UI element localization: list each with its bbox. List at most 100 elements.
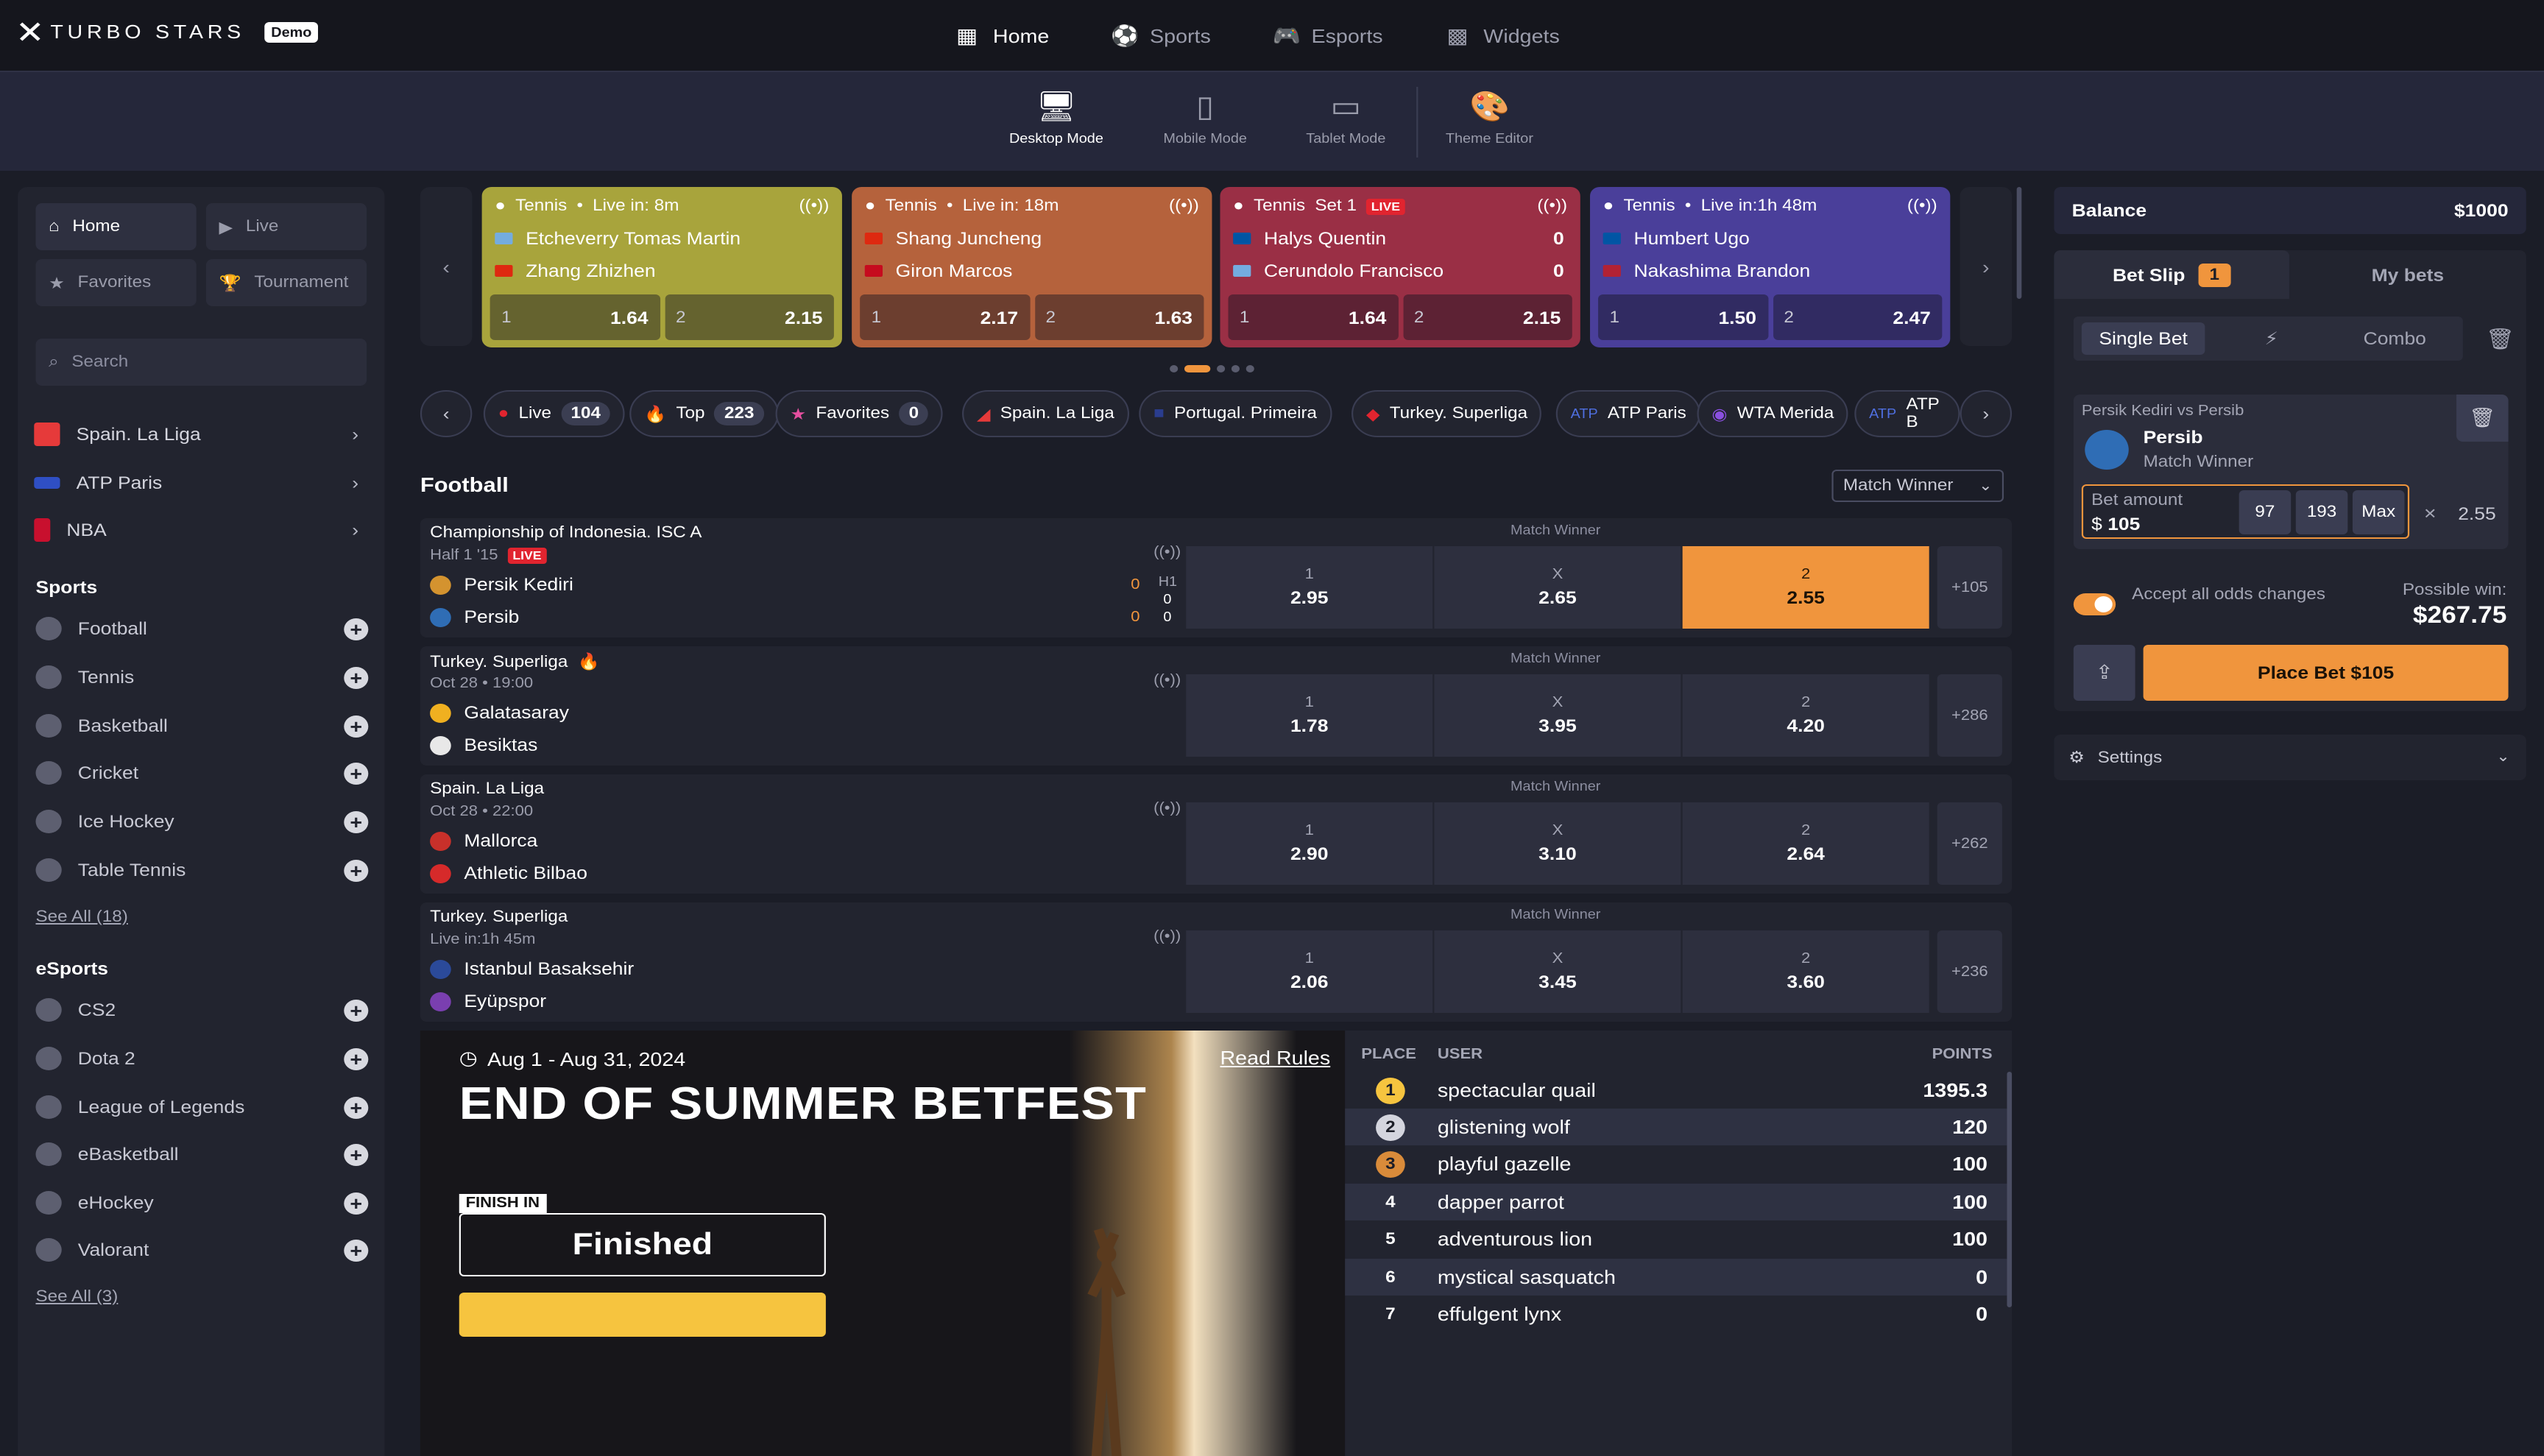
live-match-card[interactable]: ● Tennis • Live in: 18m ((•)) Shang Junc… bbox=[852, 187, 1212, 347]
quick-bet-button[interactable]: ⚡ bbox=[2210, 322, 2333, 355]
nav-home[interactable]: ▦ Home bbox=[954, 23, 1049, 48]
event-row[interactable]: Spain. La Liga Oct 28 • 22:00 Mallorca A… bbox=[420, 774, 2013, 894]
chip-atp-paris[interactable]: ATP ATP Paris bbox=[1555, 390, 1701, 437]
odd-button-selected[interactable]: 2 2.55 bbox=[1682, 546, 1929, 629]
odd-button[interactable]: 2 1.63 bbox=[1034, 294, 1204, 340]
odd-button[interactable]: 1 2.90 bbox=[1186, 802, 1433, 885]
nav-widgets[interactable]: ▩ Widgets bbox=[1444, 23, 1559, 48]
more-markets-button[interactable]: +286 bbox=[1937, 674, 2002, 757]
esports-see-all-link[interactable]: See All (3) bbox=[35, 1288, 118, 1306]
bet-amount-input[interactable]: Bet amount $ 105 97 193 Max bbox=[2081, 484, 2410, 539]
odd-button[interactable]: 1 1.64 bbox=[490, 294, 660, 340]
pagination-dot[interactable] bbox=[1246, 365, 1254, 372]
sidebar-sport-football[interactable]: Football + bbox=[35, 608, 369, 649]
sidebar-favorites-button[interactable]: ★ Favorites bbox=[35, 259, 197, 306]
chips-next-button[interactable]: › bbox=[1960, 390, 2013, 437]
tab-bet-slip[interactable]: Bet Slip 1 bbox=[2054, 250, 2289, 299]
carousel-next-button[interactable]: › bbox=[1960, 187, 2013, 346]
plus-icon[interactable]: + bbox=[344, 859, 369, 881]
sidebar-sport-cricket[interactable]: Cricket + bbox=[35, 752, 369, 794]
odd-button[interactable]: 2 2.15 bbox=[664, 294, 834, 340]
remove-bet-button[interactable]: 🗑 bbox=[2456, 395, 2509, 442]
chip-top[interactable]: 🔥 Top 223 bbox=[629, 390, 779, 437]
odd-button[interactable]: 2 3.60 bbox=[1682, 930, 1929, 1013]
chip-wta-merida[interactable]: ◉ WTA Merida bbox=[1697, 390, 1849, 437]
pagination-dot[interactable] bbox=[1217, 365, 1226, 372]
chip-superliga[interactable]: ◆ Turkey. Superliga bbox=[1352, 390, 1542, 437]
sidebar-esport-ebasketball[interactable]: eBasketball + bbox=[35, 1134, 369, 1175]
brand-logo[interactable]: TURBO STARS Demo bbox=[19, 21, 319, 43]
scrollbar[interactable] bbox=[2016, 187, 2022, 299]
chip-primeira[interactable]: ■ Portugal. Primeira bbox=[1139, 390, 1332, 437]
sidebar-tournament-button[interactable]: 🏆 Tournament bbox=[205, 259, 367, 306]
plus-icon[interactable]: + bbox=[344, 1143, 369, 1165]
plus-icon[interactable]: + bbox=[344, 666, 369, 688]
event-row[interactable]: Turkey. Superliga Live in:1h 45m Istanbu… bbox=[420, 902, 2013, 1022]
live-match-card[interactable]: ● Tennis • Live in:1h 48m ((•)) Humbert … bbox=[1590, 187, 1951, 347]
sidebar-link-atp-paris[interactable]: ATP Paris › bbox=[34, 462, 368, 503]
odd-button[interactable]: 2 2.64 bbox=[1682, 802, 1929, 885]
quick-amount-button[interactable]: 193 bbox=[2295, 490, 2348, 534]
sidebar-live-button[interactable]: ▶ Live bbox=[205, 203, 367, 250]
odd-button[interactable]: 1 2.17 bbox=[860, 294, 1030, 340]
odd-button[interactable]: 1 1.64 bbox=[1228, 294, 1398, 340]
sidebar-link-nba[interactable]: NBA › bbox=[34, 509, 368, 551]
odd-button[interactable]: 1 1.50 bbox=[1598, 294, 1768, 340]
odd-button[interactable]: 2 2.47 bbox=[1772, 294, 1943, 340]
pagination-dot[interactable] bbox=[1231, 365, 1240, 372]
plus-icon[interactable]: + bbox=[344, 1096, 369, 1118]
event-row[interactable]: Championship of Indonesia. ISC A Half 1 … bbox=[420, 518, 2013, 637]
pagination-dot[interactable] bbox=[1170, 365, 1179, 372]
chip-atp[interactable]: ATP ATP B bbox=[1854, 390, 1960, 437]
more-markets-button[interactable]: +105 bbox=[1937, 546, 2002, 629]
leaderboard-scrollbar[interactable] bbox=[2007, 1072, 2013, 1307]
trash-icon[interactable]: 🗑 bbox=[2486, 327, 2515, 352]
single-bet-button[interactable]: Single Bet bbox=[2081, 322, 2205, 355]
mobile-mode-button[interactable]: ▯ Mobile Mode bbox=[1163, 90, 1247, 146]
plus-icon[interactable]: + bbox=[344, 1192, 369, 1214]
desktop-mode-button[interactable]: 🖥 Desktop Mode bbox=[1009, 90, 1103, 146]
nav-sports[interactable]: ⚽ Sports bbox=[1111, 23, 1211, 48]
search-input[interactable]: ⌕ Search bbox=[35, 339, 367, 386]
sidebar-esport-cs2[interactable]: CS2 + bbox=[35, 989, 369, 1031]
combo-button[interactable]: Combo bbox=[2333, 322, 2456, 355]
sidebar-sport-table-tennis[interactable]: Table Tennis + bbox=[35, 849, 369, 891]
market-select[interactable]: Match Winner ⌄ bbox=[1831, 470, 2004, 502]
more-markets-button[interactable]: +236 bbox=[1937, 930, 2002, 1013]
sports-see-all-link[interactable]: See All (18) bbox=[35, 908, 127, 926]
carousel-prev-button[interactable]: ‹ bbox=[420, 187, 473, 346]
sidebar-sport-tennis[interactable]: Tennis + bbox=[35, 657, 369, 698]
odd-button[interactable]: 2 4.20 bbox=[1682, 674, 1929, 757]
quick-amount-button[interactable]: 97 bbox=[2239, 490, 2292, 534]
odd-button[interactable]: 1 1.78 bbox=[1186, 674, 1433, 757]
sidebar-esport-valorant[interactable]: Valorant + bbox=[35, 1229, 369, 1271]
odd-button[interactable]: X 3.45 bbox=[1434, 930, 1681, 1013]
sidebar-link-laliga[interactable]: Spain. La Liga › bbox=[34, 414, 368, 455]
odd-button[interactable]: X 2.65 bbox=[1434, 546, 1681, 629]
odd-button[interactable]: X 3.10 bbox=[1434, 802, 1681, 885]
plus-icon[interactable]: + bbox=[344, 810, 369, 833]
more-markets-button[interactable]: +262 bbox=[1937, 802, 2002, 885]
live-match-card[interactable]: ● Tennis Set 1 LIVE ((•)) Halys Quentin … bbox=[1220, 187, 1580, 347]
chip-favorites[interactable]: ★ Favorites 0 bbox=[775, 390, 944, 437]
sidebar-esport-dota2[interactable]: Dota 2 + bbox=[35, 1038, 369, 1079]
live-match-card[interactable]: ● Tennis • Live in: 8m ((•)) Etcheverry … bbox=[481, 187, 842, 347]
tab-my-bets[interactable]: My bets bbox=[2289, 250, 2526, 299]
settings-accordion[interactable]: ⚙ Settings ⌄ bbox=[2054, 735, 2526, 780]
sidebar-esport-lol[interactable]: League of Legends + bbox=[35, 1086, 369, 1128]
plus-icon[interactable]: + bbox=[344, 618, 369, 640]
event-row[interactable]: Turkey. Superliga 🔥 Oct 28 • 19:00 Galat… bbox=[420, 646, 2013, 766]
tablet-mode-button[interactable]: ▭ Tablet Mode bbox=[1306, 90, 1385, 146]
plus-icon[interactable]: + bbox=[344, 1239, 369, 1261]
plus-icon[interactable]: + bbox=[344, 762, 369, 784]
read-rules-link[interactable]: Read Rules bbox=[1220, 1047, 1330, 1069]
place-bet-button[interactable]: Place Bet $105 bbox=[2143, 645, 2509, 701]
nav-esports[interactable]: 🎮 Esports bbox=[1273, 23, 1383, 48]
odd-button[interactable]: 1 2.06 bbox=[1186, 930, 1433, 1013]
chip-laliga[interactable]: ◢ Spain. La Liga bbox=[962, 390, 1129, 437]
odd-button[interactable]: X 3.95 bbox=[1434, 674, 1681, 757]
sidebar-home-button[interactable]: ⌂ Home bbox=[35, 203, 197, 250]
plus-icon[interactable]: + bbox=[344, 999, 369, 1021]
plus-icon[interactable]: + bbox=[344, 715, 369, 737]
chips-prev-button[interactable]: ‹ bbox=[420, 390, 473, 437]
